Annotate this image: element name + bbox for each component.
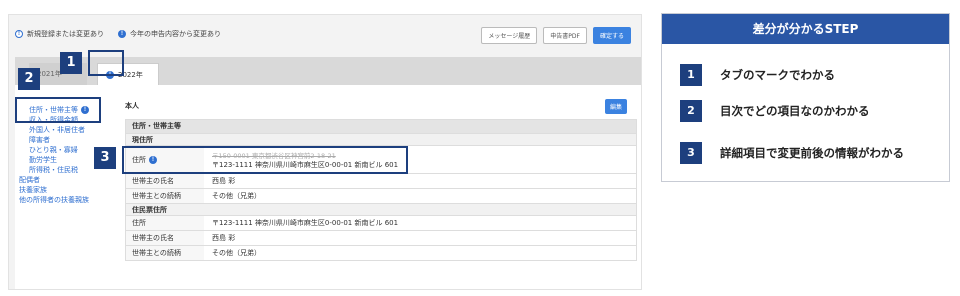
sidebar-item-dependents[interactable]: 扶養家族 [19, 185, 115, 195]
row-label: 住所 [126, 216, 204, 230]
table-row: 住所 〒123-1111 神奈川県川崎市麻生区0-00-01 新南ビル 601 [126, 215, 636, 230]
sidebar-item-spouse[interactable]: 配偶者 [19, 175, 115, 185]
marker-3-badge: 3 [94, 147, 116, 169]
legend-changed-label: 今年の申告内容から変更あり [130, 30, 221, 38]
page-title: 本人 [125, 102, 139, 110]
tab-label: 2021年 [37, 70, 62, 78]
sidebar-item-foreigner[interactable]: 外国人・非居住者 [19, 125, 115, 135]
marker-1-badge: 1 [60, 52, 82, 74]
legend: ! 新規登録または変更あり ! 今年の申告内容から変更あり [15, 29, 221, 39]
main-content: 住所・世帯主等 ! 収入・所得金額 外国人・非居住者 障害者 ひとり親・寡婦 勤… [15, 85, 641, 289]
table-row: 世帯主の氏名 西島 彩 [126, 173, 636, 188]
table-row: 世帯主との続柄 その他（兄弟） [126, 188, 636, 203]
legend-new-label: 新規登録または変更あり [27, 30, 104, 38]
step-item: 2 目次でどの項目なのかわかる [680, 100, 870, 122]
step-text: タブのマークでわかる [720, 68, 835, 82]
info-solid-icon: ! [118, 30, 126, 38]
current-address-heading: 現住所 [126, 133, 636, 145]
detail-table: 住所・世帯主等 現住所 住所 ! 〒150-0001 東京都渋谷区神宮前2-18… [125, 119, 637, 261]
step-panel: 差分が分かるSTEP 1 タブのマークでわかる 2 目次でどの項目なのかわかる … [661, 13, 950, 182]
step-number: 3 [680, 142, 702, 164]
table-row: 世帯主との続柄 その他（兄弟） [126, 245, 636, 260]
step-item: 1 タブのマークでわかる [680, 64, 835, 86]
step-number: 1 [680, 64, 702, 86]
row-label: 世帯主の氏名 [126, 174, 204, 188]
marker-2-badge: 2 [18, 68, 40, 90]
step-number: 2 [680, 100, 702, 122]
marker-2-frame [15, 97, 101, 123]
step-item: 3 詳細項目で変更前後の情報がわかる [680, 142, 904, 164]
marker-1-frame [88, 50, 124, 76]
sidebar-item-other-dependents[interactable]: 他の所得者の扶養親族 [19, 195, 115, 205]
row-label: 世帯主との続柄 [126, 189, 204, 203]
row-value: その他（兄弟） [212, 192, 261, 200]
marker-3-frame [122, 146, 408, 174]
sidebar-item-disability[interactable]: 障害者 [19, 135, 115, 145]
row-label: 世帯主の氏名 [126, 231, 204, 245]
row-value: その他（兄弟） [212, 249, 261, 257]
edit-button[interactable]: 編集 [604, 99, 627, 114]
info-outline-icon: ! [15, 30, 23, 38]
row-value: 西島 彩 [212, 177, 236, 185]
row-value: 〒123-1111 神奈川県川崎市麻生区0-00-01 新南ビル 601 [212, 219, 399, 227]
step-panel-title: 差分が分かるSTEP [662, 14, 949, 44]
confirm-button[interactable]: 確定する [592, 27, 631, 44]
toolbar: メッセージ履歴 申告書PDF 確定する [481, 27, 631, 44]
print-pdf-button[interactable]: 申告書PDF [543, 27, 587, 44]
step-text: 詳細項目で変更前後の情報がわかる [720, 146, 904, 160]
table-row: 世帯主の氏名 西島 彩 [126, 230, 636, 245]
row-label: 世帯主との続柄 [126, 246, 204, 260]
section-heading: 住所・世帯主等 [126, 120, 636, 133]
step-text: 目次でどの項目なのかわかる [720, 104, 870, 118]
message-history-button[interactable]: メッセージ履歴 [481, 27, 538, 44]
row-value: 西島 彩 [212, 234, 236, 242]
resident-address-heading: 住民票住所 [126, 203, 636, 215]
